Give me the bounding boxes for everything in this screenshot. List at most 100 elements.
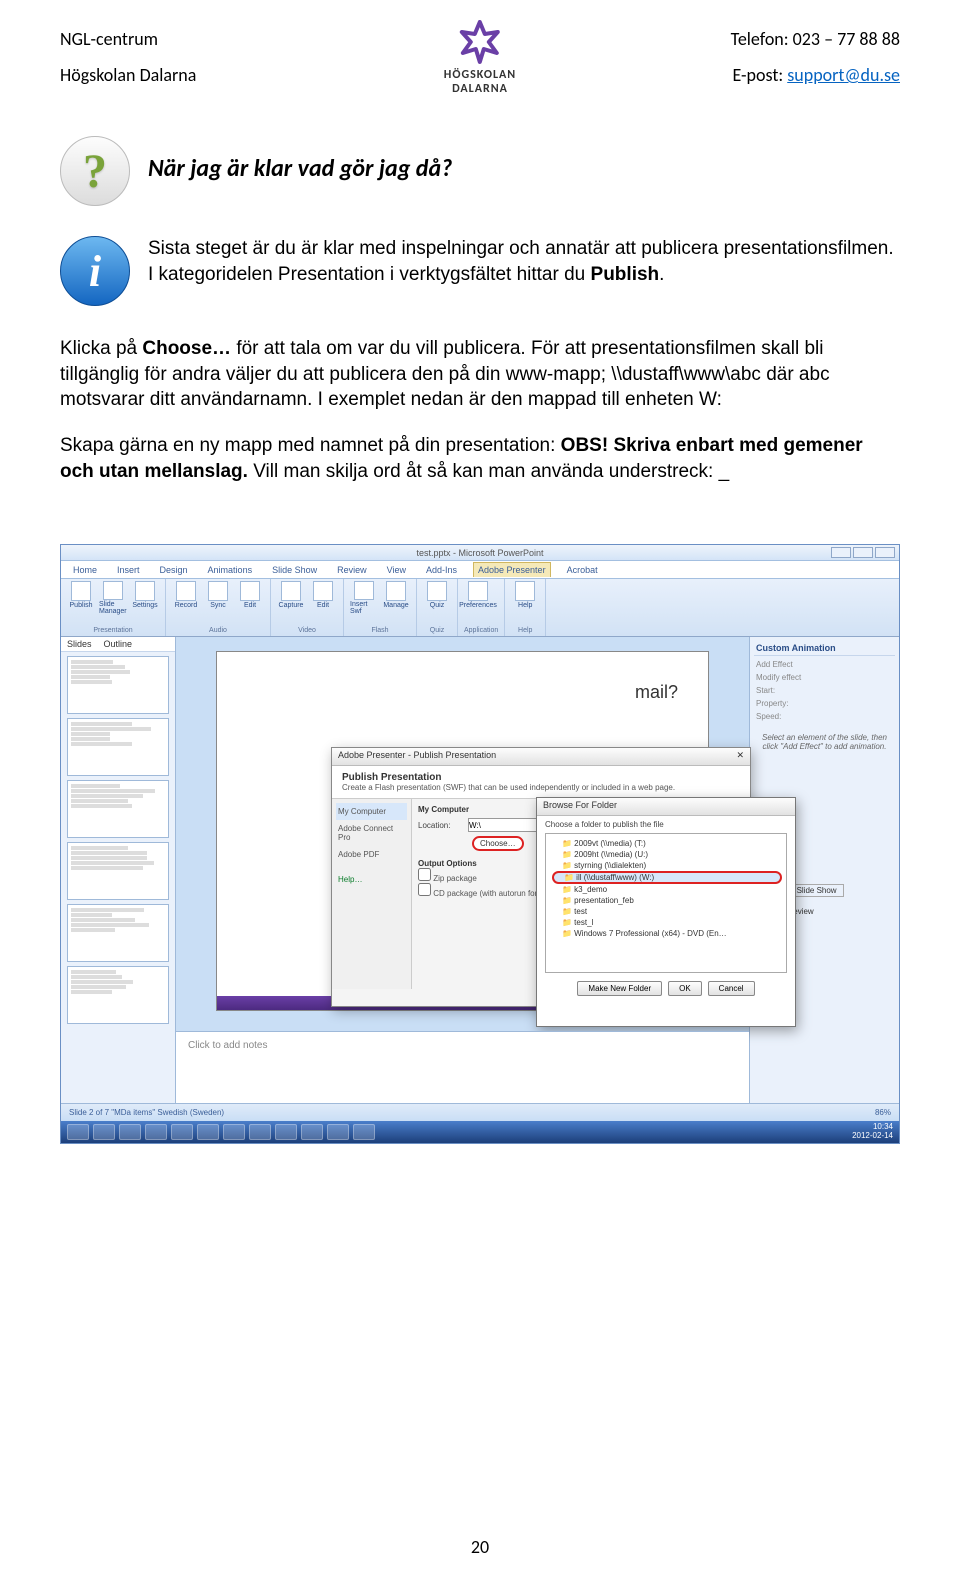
- taskbar-app-icon[interactable]: [197, 1124, 219, 1140]
- taskbar-app-icon[interactable]: [249, 1124, 271, 1140]
- status-left: Slide 2 of 7 "MDa items" Swedish (Sweden…: [69, 1108, 224, 1117]
- dialog-sidebar: My Computer Adobe Connect Pro Adobe PDF …: [332, 799, 412, 989]
- ribbon-tab[interactable]: Slide Show: [268, 563, 321, 577]
- dialog-close-icon[interactable]: ✕: [736, 750, 744, 763]
- folder-tree-item[interactable]: 📁 styrning (\\dialekten): [550, 860, 782, 871]
- taskbar-app-icon[interactable]: [93, 1124, 115, 1140]
- ribbon-tab[interactable]: View: [383, 563, 410, 577]
- dialog-help-link[interactable]: Help…: [336, 871, 407, 888]
- ribbon-group: QuizQuiz: [417, 579, 458, 636]
- ribbon-tab[interactable]: Insert: [113, 563, 144, 577]
- question-heading: När jag är klar vad gör jag då?: [148, 136, 900, 183]
- slide-thumbnail[interactable]: [67, 780, 169, 838]
- ribbon-button[interactable]: Insert Swf: [350, 581, 378, 615]
- slide-thumbnail[interactable]: [67, 842, 169, 900]
- taskbar-app-icon[interactable]: [275, 1124, 297, 1140]
- star-icon: [457, 20, 503, 66]
- ribbon-group: PublishSlide ManagerSettingsPresentation: [61, 579, 166, 636]
- dialog-subheading: Create a Flash presentation (SWF) that c…: [342, 783, 740, 792]
- close-button[interactable]: [875, 547, 895, 558]
- ribbon-tab[interactable]: Add-Ins: [422, 563, 461, 577]
- ribbon-button[interactable]: Slide Manager: [99, 581, 127, 615]
- make-new-folder-button[interactable]: Make New Folder: [577, 981, 662, 996]
- header-phone: Telefon: 023 – 77 88 88: [731, 28, 900, 50]
- ribbon: PublishSlide ManagerSettingsPresentation…: [61, 579, 899, 637]
- powerpoint-screenshot: test.pptx - Microsoft PowerPoint HomeIns…: [60, 544, 900, 1144]
- minimize-button[interactable]: [831, 547, 851, 558]
- body-paragraph-1: Klicka på Choose… för att tala om var du…: [60, 336, 900, 413]
- folder-tree-item[interactable]: 📁 Windows 7 Professional (x64) - DVD (En…: [550, 928, 782, 939]
- slides-tab[interactable]: Slides: [61, 637, 98, 651]
- ribbon-button[interactable]: Capture: [277, 581, 305, 615]
- taskbar-app-icon[interactable]: [171, 1124, 193, 1140]
- ribbon-tab[interactable]: Acrobat: [563, 563, 602, 577]
- browse-title: Browse For Folder: [537, 798, 795, 816]
- folder-tree-item[interactable]: 📁 ill (\\dustaff\www) (W:): [552, 871, 782, 884]
- slide-editor: mail? HÖGSKOLAN DALARNA Adobe Presenter …: [176, 637, 749, 1105]
- ribbon-button[interactable]: Publish: [67, 581, 95, 615]
- ribbon-tab[interactable]: Adobe Presenter: [473, 562, 551, 577]
- slides-pane: Slides Outline: [61, 637, 176, 1105]
- header-right: Telefon: 023 – 77 88 88 E-post: support@…: [731, 28, 900, 86]
- notes-pane[interactable]: Click to add notes: [176, 1031, 749, 1105]
- ribbon-button[interactable]: Settings: [131, 581, 159, 615]
- ribbon-button[interactable]: Quiz: [423, 581, 451, 615]
- choose-button[interactable]: Choose…: [472, 836, 524, 851]
- ribbon-group: Insert SwfManageFlash: [344, 579, 417, 636]
- dialog-target-mycomputer[interactable]: My Computer: [336, 803, 407, 820]
- support-email-link[interactable]: support@du.se: [787, 64, 900, 86]
- taskbar-app-icon[interactable]: [353, 1124, 375, 1140]
- slide-title-text: mail?: [635, 682, 678, 703]
- ribbon-tab[interactable]: Animations: [204, 563, 257, 577]
- ribbon-button[interactable]: Help: [511, 581, 539, 615]
- slide-thumbnail[interactable]: [67, 966, 169, 1024]
- dialog-target-connect[interactable]: Adobe Connect Pro: [336, 820, 407, 846]
- ribbon-tab[interactable]: Design: [156, 563, 192, 577]
- taskbar-app-icon[interactable]: [327, 1124, 349, 1140]
- header-left: NGL-centrum Högskolan Dalarna: [60, 28, 196, 86]
- add-effect-button[interactable]: Add Effect: [756, 660, 893, 669]
- ribbon-button[interactable]: Manage: [382, 581, 410, 615]
- taskbar-app-icon[interactable]: [145, 1124, 167, 1140]
- slideshow-button[interactable]: Slide Show: [790, 884, 844, 897]
- folder-tree-item[interactable]: 📁 2009ht (\\media) (U:): [550, 849, 782, 860]
- folder-tree-item[interactable]: 📁 test: [550, 906, 782, 917]
- cancel-button[interactable]: Cancel: [708, 981, 755, 996]
- ribbon-button[interactable]: Edit: [236, 581, 264, 615]
- dialog-heading: Publish Presentation: [342, 772, 740, 783]
- ribbon-group: CaptureEditVideo: [271, 579, 344, 636]
- info-icon: i: [60, 236, 130, 306]
- ribbon-button[interactable]: Preferences: [464, 581, 492, 615]
- ribbon-button[interactable]: Record: [172, 581, 200, 615]
- taskbar-app-icon[interactable]: [301, 1124, 323, 1140]
- taskbar-app-icon[interactable]: [67, 1124, 89, 1140]
- info-section: i Sista steget är du är klar med inspeln…: [60, 236, 900, 306]
- maximize-button[interactable]: [853, 547, 873, 558]
- slide-thumbnail[interactable]: [67, 904, 169, 962]
- document-content: ? När jag är klar vad gör jag då? i Sist…: [0, 96, 960, 484]
- anim-pane-title: Custom Animation: [754, 641, 895, 656]
- dialog-target-pdf[interactable]: Adobe PDF: [336, 846, 407, 863]
- slide-thumbnail[interactable]: [67, 718, 169, 776]
- folder-tree-item[interactable]: 📁 presentation_feb: [550, 895, 782, 906]
- ribbon-button[interactable]: Sync: [204, 581, 232, 615]
- ok-button[interactable]: OK: [668, 981, 702, 996]
- taskbar-app-icon[interactable]: [223, 1124, 245, 1140]
- outline-tab[interactable]: Outline: [98, 637, 139, 651]
- ribbon-tab[interactable]: Home: [69, 563, 101, 577]
- ribbon-tab[interactable]: Review: [333, 563, 371, 577]
- folder-tree-item[interactable]: 📁 k3_demo: [550, 884, 782, 895]
- question-section: ? När jag är klar vad gör jag då?: [60, 136, 900, 206]
- window-buttons: [831, 547, 895, 558]
- question-icon: ?: [60, 136, 130, 206]
- slide-thumbnail[interactable]: [67, 656, 169, 714]
- header-email: E-post: support@du.se: [731, 64, 900, 86]
- ribbon-button[interactable]: Edit: [309, 581, 337, 615]
- folder-tree-item[interactable]: 📁 2009vt (\\media) (T:): [550, 838, 782, 849]
- folder-tree[interactable]: 📁 2009vt (\\media) (T:)📁 2009ht (\\media…: [545, 833, 787, 973]
- taskbar-app-icon[interactable]: [119, 1124, 141, 1140]
- location-label: Location:: [418, 821, 468, 830]
- start-field: Start:: [756, 686, 893, 695]
- folder-tree-item[interactable]: 📁 test_l: [550, 917, 782, 928]
- page-number: 20: [0, 1536, 960, 1558]
